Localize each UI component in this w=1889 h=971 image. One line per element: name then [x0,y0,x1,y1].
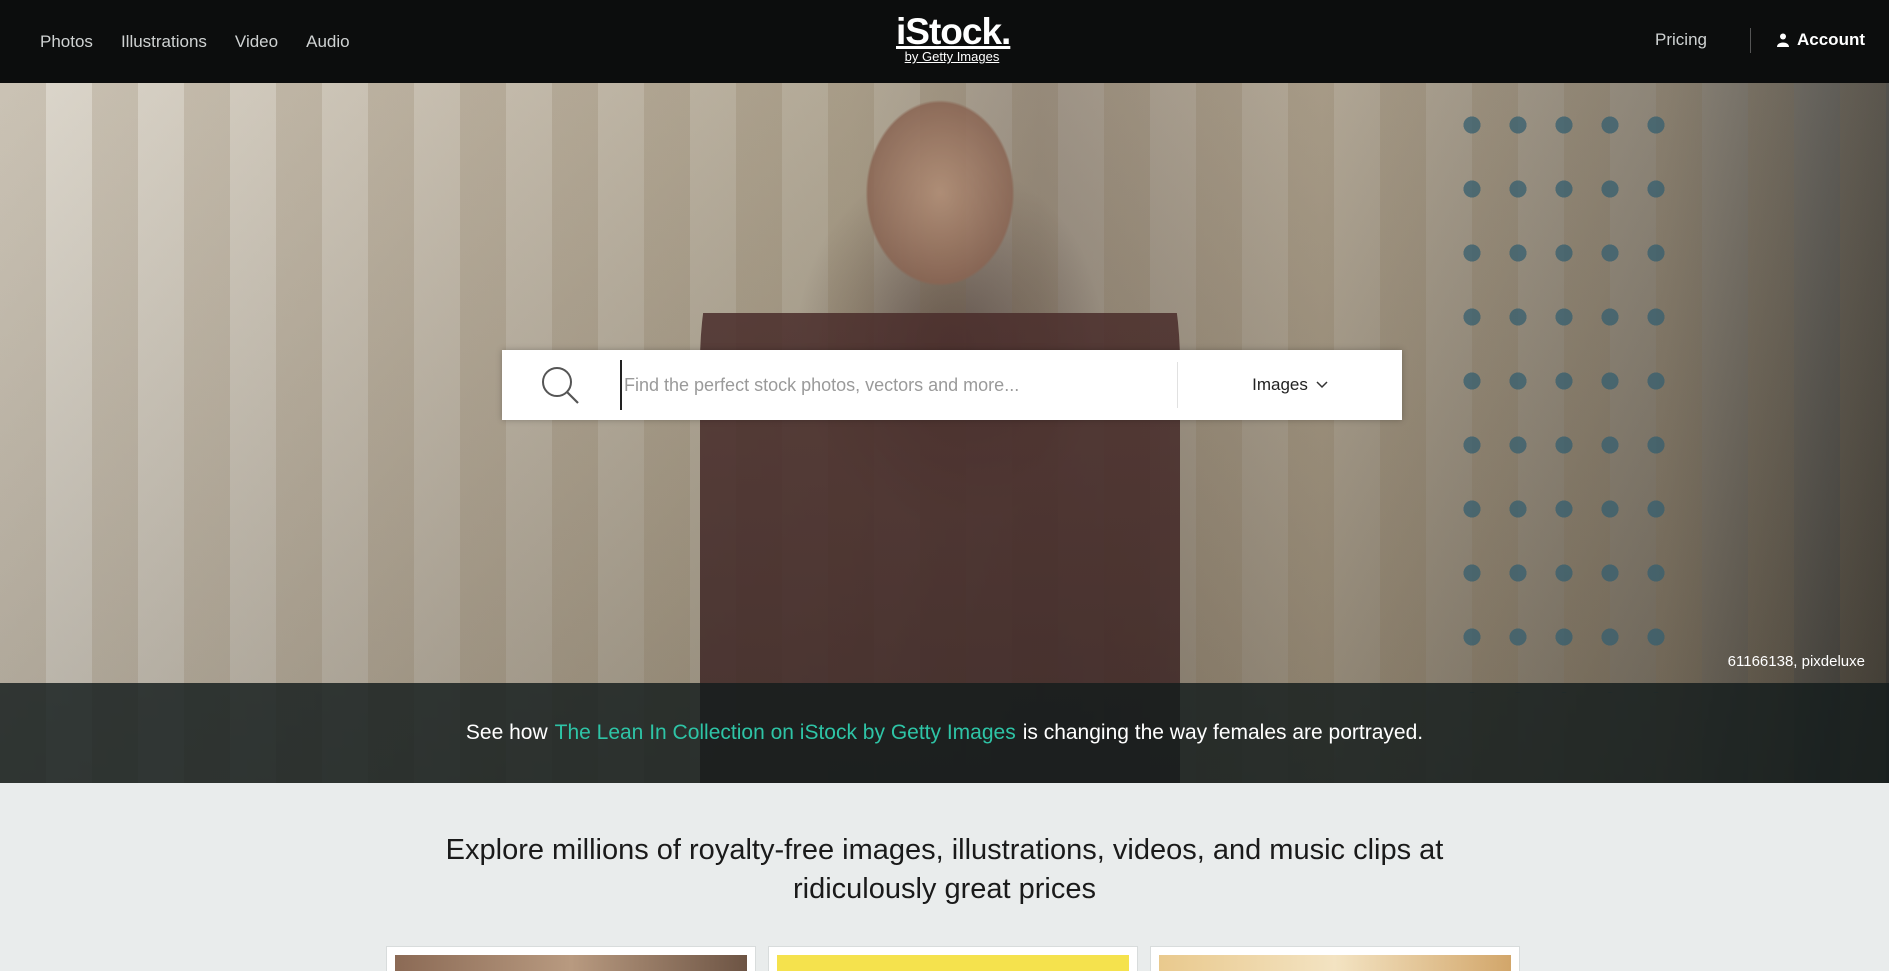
account-label: Account [1797,30,1865,49]
nav-illustrations[interactable]: Illustrations [121,32,207,52]
pricing-link[interactable]: Pricing [1655,30,1707,50]
top-navigation-bar: Photos Illustrations Video Audio iStock.… [0,0,1889,83]
istock-logo[interactable]: iStock. by Getty Images [896,11,1011,66]
category-cards [386,946,1520,971]
media-type-dropdown[interactable]: Images [1178,350,1402,420]
banner-suffix: is changing the way females are portraye… [1022,721,1424,744]
search-icon[interactable] [540,365,580,405]
nav-divider [1750,28,1751,53]
search-bar: Images [502,350,1402,420]
account-link[interactable]: Account [1777,30,1865,50]
image-credit[interactable]: 61166138, pixdeluxe [1728,653,1865,670]
card-image [1159,955,1511,971]
explore-line-1: Explore millions of royalty-free images,… [445,834,1444,866]
category-card[interactable] [1150,946,1520,971]
card-image [395,955,747,971]
logo-main-text: iStock. [896,11,1011,52]
category-card[interactable] [386,946,756,971]
media-type-label: Images [1252,375,1308,394]
user-icon [1777,33,1789,47]
category-card[interactable] [768,946,1138,971]
hero-section: 61166138, pixdeluxe See how The Lean In … [0,83,1889,783]
hero-thread-spools [1449,93,1679,693]
search-input[interactable] [620,360,1170,410]
nav-video[interactable]: Video [235,32,278,52]
main-nav: Photos Illustrations Video Audio [40,0,350,83]
card-image [777,955,1129,971]
hero-banner: See how The Lean In Collection on iStock… [0,683,1889,783]
nav-photos[interactable]: Photos [40,32,93,52]
banner-prefix: See how [465,721,548,744]
hero-person [700,83,1180,783]
chevron-down-icon [1316,381,1328,389]
logo-sub-text: by Getty Images [904,49,1000,64]
nav-audio[interactable]: Audio [306,32,349,52]
explore-line-2: ridiculously great prices [792,873,1096,905]
lean-in-collection-link[interactable]: The Lean In Collection on iStock by Gett… [555,721,1016,745]
explore-heading: Explore millions of royalty-free images,… [0,831,1889,909]
